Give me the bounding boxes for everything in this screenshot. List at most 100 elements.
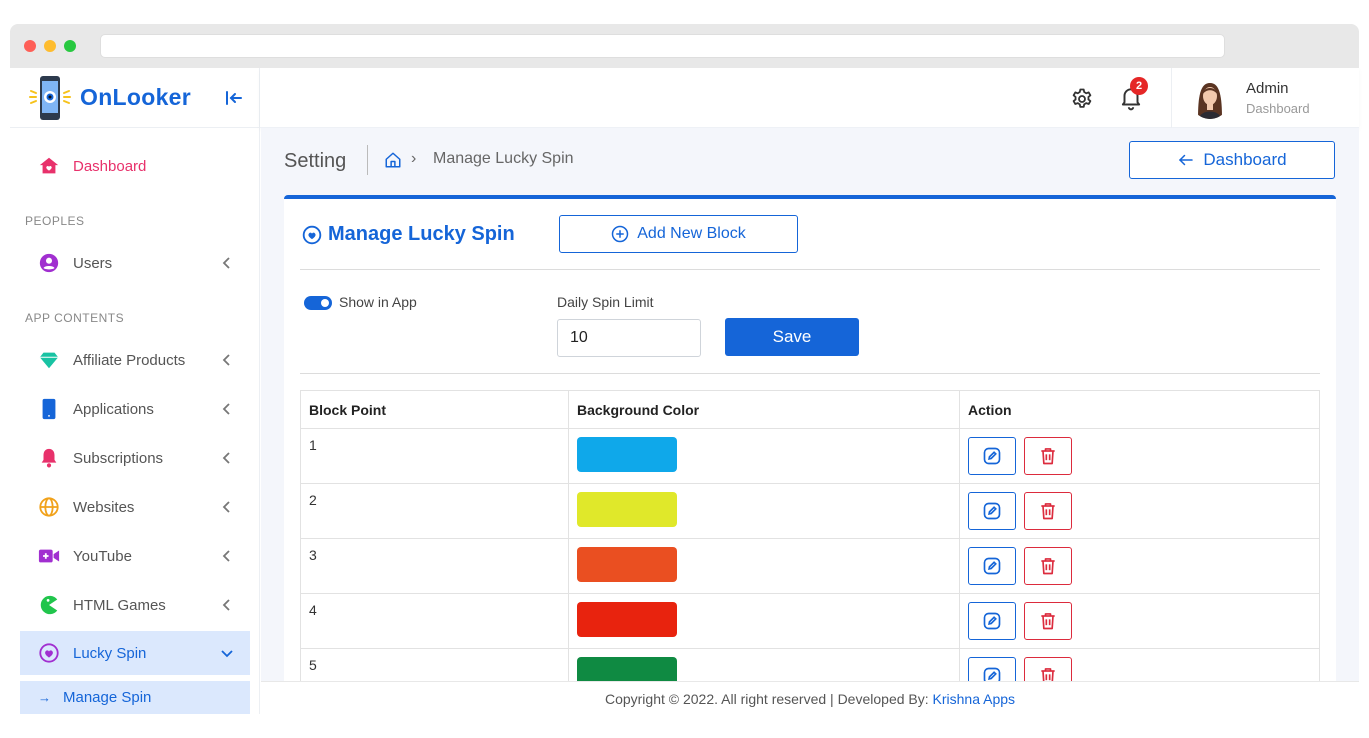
delete-button[interactable] xyxy=(1024,492,1072,530)
sidebar: OnLooker Dashboard PEOPLES Users APP CON… xyxy=(10,68,260,714)
gear-icon[interactable] xyxy=(1070,87,1094,111)
block-point-cell: 2 xyxy=(300,483,569,539)
edit-button[interactable] xyxy=(968,547,1016,585)
chevron-left-icon xyxy=(222,354,230,366)
manage-lucky-spin-card: Manage Lucky Spin Add New Block Show in … xyxy=(284,195,1336,681)
top-header: 2 Admin Dashboard xyxy=(260,68,1359,128)
onlooker-logo-icon xyxy=(29,76,71,120)
sidebar-item-applications[interactable]: Applications xyxy=(20,387,250,431)
collapse-sidebar-icon[interactable] xyxy=(222,86,246,110)
background-color-cell xyxy=(568,648,960,681)
notification-count-badge: 2 xyxy=(1130,77,1148,95)
diamond-icon xyxy=(37,348,61,372)
footer: Copyright © 2022. All right reserved | D… xyxy=(261,681,1359,714)
trash-icon xyxy=(1041,668,1055,681)
color-swatch xyxy=(577,602,677,637)
chevron-left-icon xyxy=(222,550,230,562)
home-heart-icon xyxy=(37,154,61,178)
pacman-icon xyxy=(37,593,61,617)
table-row: 2 xyxy=(300,483,1320,539)
background-color-cell xyxy=(568,593,960,649)
sidebar-item-label: HTML Games xyxy=(73,596,166,614)
daily-spin-limit-input[interactable] xyxy=(557,319,701,357)
pencil-square-icon xyxy=(983,447,1001,465)
sidebar-item-users[interactable]: Users xyxy=(20,241,250,285)
action-cell xyxy=(959,648,1320,681)
divider xyxy=(300,373,1320,374)
close-window-icon[interactable] xyxy=(24,40,36,52)
chevron-left-icon xyxy=(222,452,230,464)
color-swatch xyxy=(577,492,677,527)
brand-name: OnLooker xyxy=(80,84,192,110)
add-new-block-button[interactable]: Add New Block xyxy=(559,215,798,253)
minimize-window-icon[interactable] xyxy=(44,40,56,52)
section-title-app-contents: APP CONTENTS xyxy=(25,311,125,325)
action-cell xyxy=(959,538,1320,594)
show-in-app-toggle[interactable] xyxy=(304,296,332,310)
sidebar-item-youtube[interactable]: YouTube xyxy=(20,534,250,578)
address-bar[interactable] xyxy=(100,34,1225,58)
sidebar-item-label: Websites xyxy=(73,498,135,516)
heart-circle-icon xyxy=(37,641,61,665)
browser-window: OnLooker Dashboard PEOPLES Users APP CON… xyxy=(10,24,1359,714)
home-icon[interactable] xyxy=(384,151,402,169)
block-point-cell: 3 xyxy=(300,538,569,594)
brand-header: OnLooker xyxy=(10,68,260,128)
delete-button[interactable] xyxy=(1024,602,1072,640)
sidebar-item-lucky-spin[interactable]: Lucky Spin xyxy=(20,631,250,675)
delete-button[interactable] xyxy=(1024,437,1072,475)
action-cell xyxy=(959,483,1320,539)
column-header-action: Action xyxy=(959,390,1320,429)
profile-name: Admin xyxy=(1246,80,1289,97)
chevron-left-icon xyxy=(222,257,230,269)
trash-icon xyxy=(1041,613,1055,630)
bell-icon xyxy=(37,446,61,470)
sidebar-item-label: Users xyxy=(73,254,113,272)
sidebar-item-subscriptions[interactable]: Subscriptions xyxy=(20,436,250,480)
table-row: 5 xyxy=(300,648,1320,681)
edit-button[interactable] xyxy=(968,437,1016,475)
background-color-cell xyxy=(568,483,960,539)
footer-text: Copyright © 2022. All right reserved | D… xyxy=(604,691,933,707)
sidebar-item-html-games[interactable]: HTML Games xyxy=(20,583,250,627)
section-title-peoples: PEOPLES xyxy=(25,214,85,228)
delete-button[interactable] xyxy=(1024,657,1072,681)
color-swatch xyxy=(577,547,677,582)
edit-button[interactable] xyxy=(968,657,1016,681)
video-icon xyxy=(37,544,61,568)
table-header-row: Block Point Background Color Action xyxy=(300,390,1320,429)
edit-button[interactable] xyxy=(968,492,1016,530)
color-swatch xyxy=(577,657,677,681)
sidebar-item-websites[interactable]: Websites xyxy=(20,485,250,529)
trash-icon xyxy=(1041,448,1055,465)
column-header-background-color: Background Color xyxy=(568,390,960,429)
block-point-cell: 4 xyxy=(300,593,569,649)
table-row: 4 xyxy=(300,593,1320,649)
back-to-dashboard-button[interactable]: Dashboard xyxy=(1129,141,1335,179)
delete-button[interactable] xyxy=(1024,547,1072,585)
action-cell xyxy=(959,428,1320,484)
card-title-text: Manage Lucky Spin xyxy=(328,223,515,245)
chevron-left-icon xyxy=(222,501,230,513)
edit-button[interactable] xyxy=(968,602,1016,640)
maximize-window-icon[interactable] xyxy=(64,40,76,52)
footer-developer-link[interactable]: Krishna Apps xyxy=(933,691,1016,707)
page-title: Setting xyxy=(284,150,347,172)
sidebar-item-label: YouTube xyxy=(73,547,132,565)
sidebar-item-label: Lucky Spin xyxy=(73,644,147,662)
blocks-table: Block Point Background Color Action 1234… xyxy=(300,390,1320,681)
trash-icon xyxy=(1041,558,1055,575)
sidebar-item-dashboard[interactable]: Dashboard xyxy=(20,144,250,188)
pencil-square-icon xyxy=(983,502,1001,520)
sidebar-subitem-manage-spin[interactable]: → Manage Spin xyxy=(20,681,250,714)
sidebar-item-affiliate-products[interactable]: Affiliate Products xyxy=(20,338,250,382)
sidebar-subitem-label: Manage Spin xyxy=(63,689,152,706)
arrow-right-icon: → xyxy=(38,690,51,705)
sidebar-item-label: Applications xyxy=(73,400,154,418)
title-divider xyxy=(367,145,368,175)
background-color-cell xyxy=(568,538,960,594)
save-button[interactable]: Save xyxy=(725,318,859,356)
avatar[interactable] xyxy=(1190,77,1230,119)
daily-spin-limit-label: Daily Spin Limit xyxy=(557,294,654,310)
block-point-cell: 5 xyxy=(300,648,569,681)
